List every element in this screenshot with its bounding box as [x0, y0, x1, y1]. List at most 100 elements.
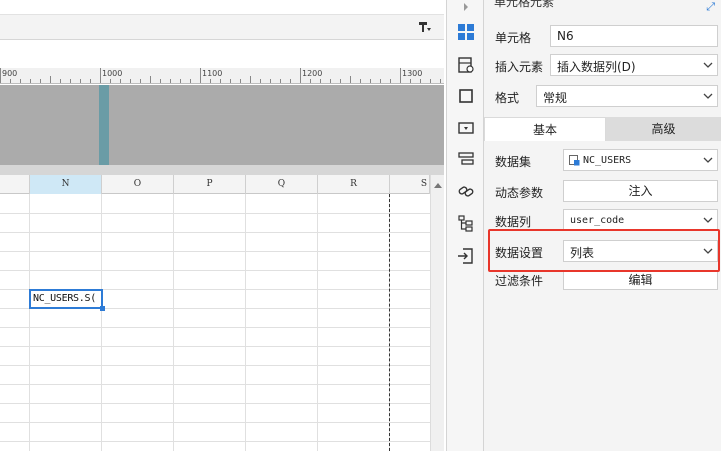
- page-boundary-marker[interactable]: [99, 85, 109, 165]
- column-header-r[interactable]: R: [318, 175, 390, 194]
- ruler-label: 1200: [302, 69, 323, 78]
- scroll-up-icon[interactable]: [434, 183, 442, 188]
- column-header-s[interactable]: S: [390, 175, 430, 194]
- ruler-tick: [430, 79, 431, 83]
- ruler-tick: [380, 79, 381, 83]
- rail-widget[interactable]: [455, 117, 477, 139]
- rail-cell-attribute[interactable]: [455, 54, 477, 76]
- ruler-tick: [70, 79, 71, 83]
- tab-basic[interactable]: 基本: [484, 117, 606, 141]
- ruler-tick: [240, 79, 241, 83]
- ruler-tick: [420, 79, 421, 83]
- dataset-value: NC_USERS: [583, 155, 632, 166]
- ruler-tick: [290, 79, 291, 83]
- vertical-scrollbar[interactable]: [430, 175, 444, 451]
- chevron-right-icon: [464, 3, 468, 11]
- dataset-dropdown[interactable]: NC_USERS: [563, 149, 718, 171]
- ruler-label: 1100: [202, 69, 223, 78]
- row-insert: 插入元素 插入数据列(D): [484, 54, 721, 78]
- column-header-p[interactable]: P: [174, 175, 246, 194]
- ruler-label: 1000: [102, 69, 123, 78]
- expand-icon[interactable]: ⤢: [706, 0, 715, 14]
- cell-attribute-icon: [458, 57, 474, 73]
- ruler-tick: [80, 79, 81, 83]
- grid-row-line: [0, 365, 430, 366]
- ruler-label: 900: [2, 69, 18, 78]
- ruler-tick: [260, 79, 261, 83]
- column-header-o[interactable]: O: [102, 175, 174, 194]
- horizontal-ruler: 900 1000 1100 1200 1300: [0, 68, 444, 84]
- ruler-tick: [110, 79, 111, 83]
- canvas-top-gap: [0, 40, 444, 68]
- grid-column-line: [245, 194, 246, 451]
- row-dynamic-params: 动态参数 注入: [484, 180, 721, 204]
- rail-cell-element[interactable]: [455, 21, 477, 43]
- ruler-tick: [270, 79, 271, 83]
- hyperlink-icon: [458, 186, 474, 197]
- ruler-tick: [180, 79, 181, 83]
- fill-handle[interactable]: [100, 306, 105, 311]
- selected-cell-n6[interactable]: NC_USERS.S(: [29, 289, 103, 309]
- collapse-arrow-button[interactable]: [455, 0, 477, 18]
- chevron-down-icon: [703, 217, 713, 223]
- border-icon: [459, 89, 473, 103]
- ruler-tick: [250, 76, 251, 83]
- ruler-tick: [340, 79, 341, 83]
- format-label: 格式: [495, 91, 520, 105]
- grid-row-line: [0, 213, 430, 214]
- grid-row-line: [0, 327, 430, 328]
- ruler-tick: [150, 76, 151, 83]
- column-label: 数据列: [495, 215, 532, 229]
- grid-row-line: [0, 251, 430, 252]
- row-dataset: 数据集 NC_USERS: [484, 149, 721, 173]
- property-icon-rail: [446, 0, 484, 451]
- chevron-down-icon: [703, 93, 713, 99]
- settings-tabs: 基本 高级: [484, 117, 721, 141]
- tab-advanced[interactable]: 高级: [606, 117, 721, 141]
- ruler-tick: [140, 79, 141, 83]
- ruler-tick: [220, 79, 221, 83]
- cell-name-input[interactable]: N6: [550, 25, 718, 47]
- chevron-down-icon: [703, 62, 713, 68]
- ruler-tick: [60, 79, 61, 83]
- dataset-label: 数据集: [495, 155, 532, 169]
- ruler-tick: [330, 79, 331, 83]
- rail-border[interactable]: [455, 85, 477, 107]
- rail-tree[interactable]: [455, 212, 477, 234]
- dynamic-label: 动态参数: [495, 186, 544, 200]
- cell-element-icon: [458, 24, 474, 40]
- ruler-tick: [160, 79, 161, 83]
- database-icon: [569, 155, 580, 166]
- format-dropdown[interactable]: 常规: [536, 85, 718, 107]
- data-column-dropdown[interactable]: user_code: [563, 209, 718, 231]
- ruler-tick: [50, 76, 51, 83]
- column-header-n[interactable]: N: [30, 175, 102, 194]
- spreadsheet-grid[interactable]: [0, 194, 430, 451]
- insert-element-value: 插入数据列(D): [557, 60, 636, 74]
- edit-filter-button[interactable]: 编辑: [563, 270, 718, 290]
- ruler-tick: [370, 79, 371, 83]
- format-value: 常规: [543, 91, 568, 105]
- grid-column-line: [29, 194, 30, 451]
- ruler-tick: [390, 79, 391, 83]
- rail-condition[interactable]: [455, 148, 477, 170]
- rail-import[interactable]: [455, 245, 477, 267]
- inject-button[interactable]: 注入: [563, 180, 718, 202]
- grid-row-line: [0, 403, 430, 404]
- grid-column-line: [317, 194, 318, 451]
- grid-row-line: [0, 422, 430, 423]
- ruler-tick: [10, 79, 11, 83]
- format-painter-icon[interactable]: [418, 20, 432, 34]
- ruler-tick: [320, 79, 321, 83]
- cell-name-value: N6: [557, 29, 574, 43]
- column-header-q[interactable]: Q: [246, 175, 318, 194]
- cell-properties-panel: 单元格元素 ⤢ 单元格 N6 插入元素 插入数据列(D) 格式 常规 基本 高级…: [484, 0, 721, 451]
- grid-column-line: [101, 194, 102, 451]
- row-cell: 单元格 N6: [484, 25, 721, 49]
- page-preview-area: [0, 85, 444, 165]
- rail-hyperlink[interactable]: [455, 180, 477, 202]
- grid-row-line: [0, 346, 430, 347]
- insert-element-dropdown[interactable]: 插入数据列(D): [550, 54, 718, 76]
- ruler-tick: [130, 79, 131, 83]
- data-column-value: user_code: [570, 215, 625, 226]
